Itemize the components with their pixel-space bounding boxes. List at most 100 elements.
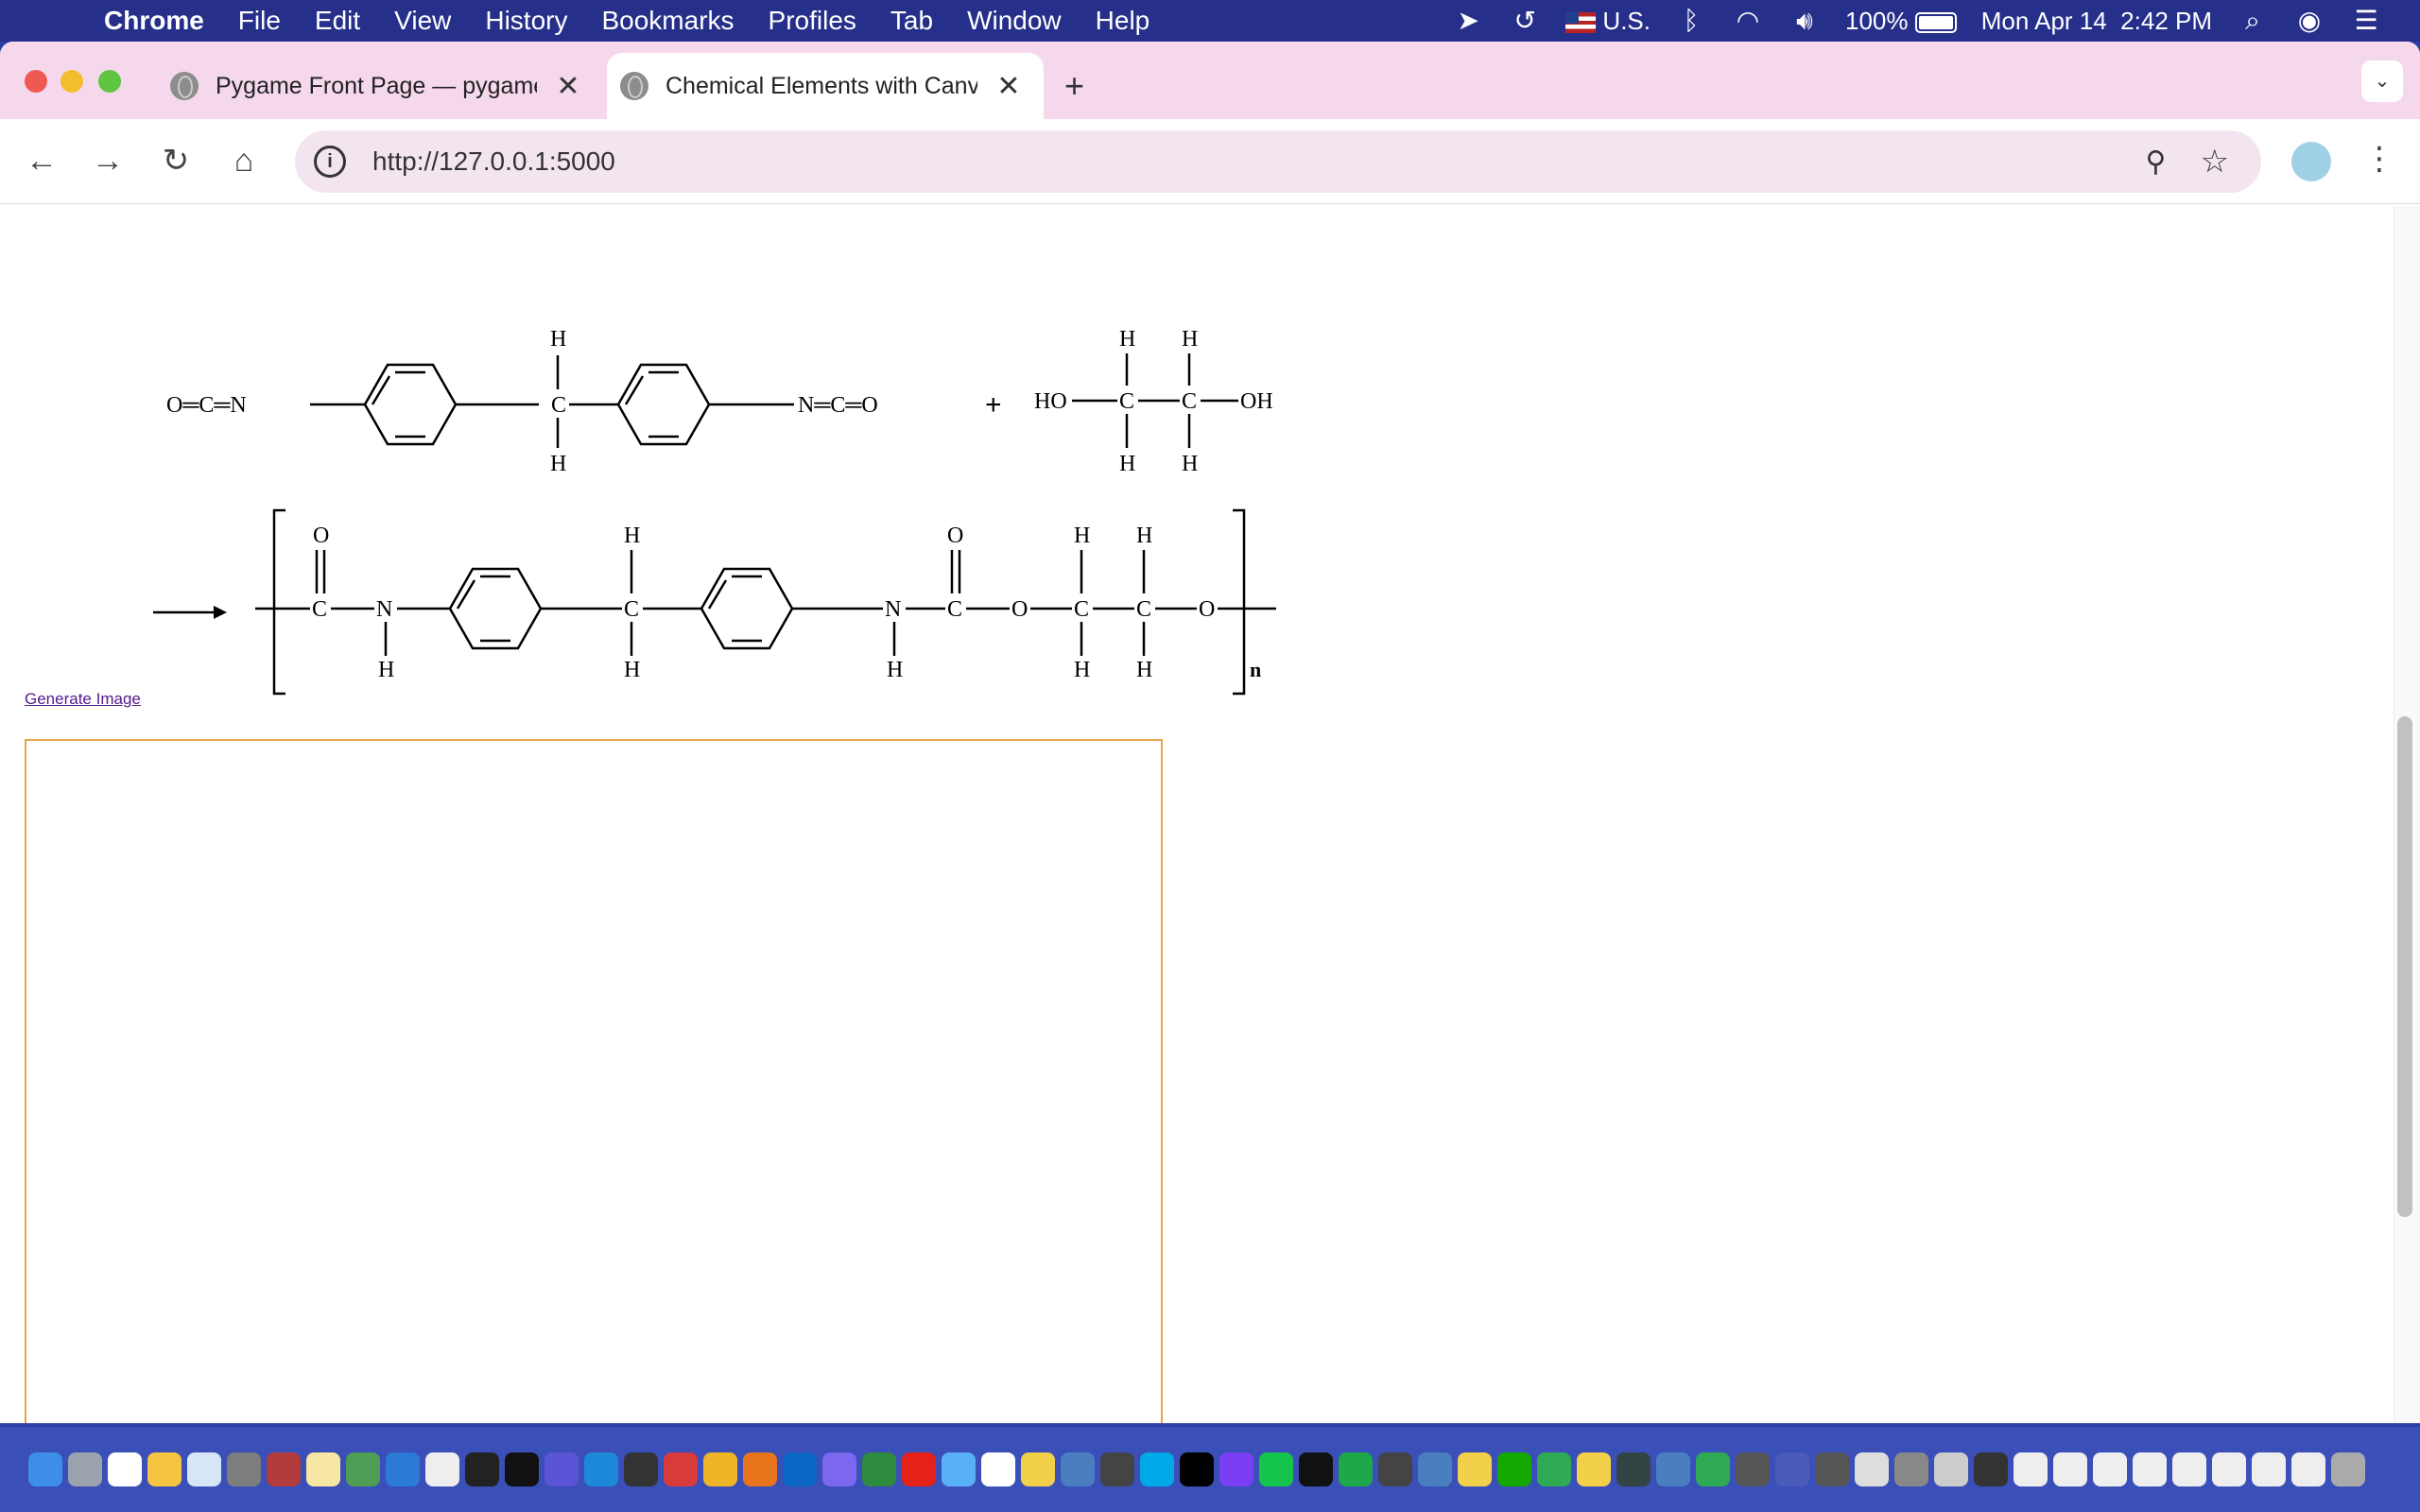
textedit-icon[interactable] [425, 1452, 459, 1486]
app-icon-11[interactable] [1259, 1452, 1293, 1486]
finder-icon[interactable] [28, 1452, 62, 1486]
reload-icon[interactable]: ↻ [155, 140, 197, 181]
app-icon-4[interactable] [822, 1452, 856, 1486]
menu-app-name[interactable]: Chrome [104, 6, 221, 36]
github-icon[interactable] [465, 1452, 499, 1486]
app-icon-16[interactable] [1696, 1452, 1730, 1486]
app-icon-7[interactable] [1100, 1452, 1134, 1486]
home-icon[interactable]: ⌂ [223, 140, 265, 181]
terminal-icon[interactable] [505, 1452, 539, 1486]
scrollbar-thumb[interactable] [2397, 716, 2412, 1217]
app-icon-14[interactable] [1378, 1452, 1412, 1486]
app-icon-2[interactable] [664, 1452, 698, 1486]
idle-icon[interactable] [1418, 1452, 1452, 1486]
app-icon-9[interactable] [1180, 1452, 1214, 1486]
minimized-window-7[interactable] [2212, 1452, 2246, 1486]
close-tab-icon[interactable]: ✕ [994, 70, 1023, 103]
time-machine-icon[interactable]: ↺ [1509, 7, 1541, 35]
minimized-window-2[interactable] [2014, 1452, 2048, 1486]
siri-icon[interactable]: ◉ [2293, 7, 2325, 35]
upwork-icon[interactable] [1497, 1452, 1531, 1486]
bluetooth-icon[interactable]: ᛒ [1675, 7, 1707, 35]
calendar-icon[interactable] [108, 1452, 142, 1486]
window-close-button[interactable] [25, 70, 47, 93]
menu-view[interactable]: View [377, 6, 468, 36]
python-icon-3[interactable] [1577, 1452, 1611, 1486]
input-source[interactable]: U.S. [1565, 7, 1651, 36]
tab-pygame[interactable]: Pygame Front Page — pygame ✕ [170, 53, 586, 119]
app-icon-10[interactable] [1219, 1452, 1253, 1486]
minimized-window-9[interactable] [2291, 1452, 2325, 1486]
minimized-window-3[interactable] [2053, 1452, 2087, 1486]
linkedin-icon[interactable] [783, 1452, 817, 1486]
minimized-window-5[interactable] [2133, 1452, 2167, 1486]
control-center-icon[interactable]: ☰ [2350, 7, 2382, 35]
menu-help[interactable]: Help [1079, 6, 1167, 36]
app-icon-18[interactable] [1775, 1452, 1809, 1486]
launchpad-icon[interactable] [68, 1452, 102, 1486]
wifi-icon[interactable]: ◠ [1732, 7, 1764, 35]
window-minimize-button[interactable] [60, 70, 83, 93]
youtube-icon[interactable] [902, 1452, 936, 1486]
menu-file[interactable]: File [221, 6, 298, 36]
profile-avatar[interactable] [2291, 142, 2331, 181]
back-arrow-icon[interactable]: ← [21, 140, 62, 181]
freeform-icon[interactable] [187, 1452, 221, 1486]
python-icon-2[interactable] [1458, 1452, 1492, 1486]
sqlite-icon[interactable] [1616, 1452, 1651, 1486]
generate-image-link[interactable]: Generate Image [25, 690, 141, 709]
clock[interactable]: Mon Apr 14 2:42 PM [1981, 7, 2212, 36]
window-maximize-button[interactable] [98, 70, 121, 93]
minimized-window-8[interactable] [2252, 1452, 2286, 1486]
tab-chemical-elements[interactable]: Chemical Elements with Canvas ✕ [607, 53, 1044, 119]
github-desktop-icon[interactable] [624, 1452, 658, 1486]
menu-tab[interactable]: Tab [873, 6, 950, 36]
numbers-icon[interactable] [346, 1452, 380, 1486]
app-icon-20[interactable] [1894, 1452, 1928, 1486]
menu-profiles[interactable]: Profiles [752, 6, 873, 36]
menu-edit[interactable]: Edit [298, 6, 377, 36]
app-icon-8[interactable] [1140, 1452, 1174, 1486]
minimized-window-6[interactable] [2172, 1452, 2206, 1486]
edge-icon[interactable] [584, 1452, 618, 1486]
python-icon[interactable] [1021, 1452, 1055, 1486]
python-icon-4[interactable] [1656, 1452, 1690, 1486]
site-info-icon[interactable]: i [314, 146, 346, 178]
chrome-menu-icon[interactable]: ⋮ [2363, 140, 2395, 178]
battery-status[interactable]: 100% [1845, 7, 1957, 36]
notes-icon[interactable] [147, 1452, 182, 1486]
python-launcher-icon[interactable] [1061, 1452, 1095, 1486]
app-icon-6[interactable] [942, 1452, 976, 1486]
app-icon-3[interactable] [743, 1452, 777, 1486]
app-icon-5[interactable] [862, 1452, 896, 1486]
close-tab-icon[interactable]: ✕ [554, 70, 582, 103]
preview-icon[interactable] [1855, 1452, 1889, 1486]
forward-arrow-icon[interactable]: → [87, 140, 129, 181]
vscode-icon[interactable] [386, 1452, 420, 1486]
system-settings-icon[interactable] [227, 1452, 261, 1486]
minimized-window-1[interactable] [1974, 1452, 2008, 1486]
w3schools-icon[interactable] [981, 1452, 1015, 1486]
app-icon-21[interactable] [1934, 1452, 1968, 1486]
menu-history[interactable]: History [468, 6, 584, 36]
app-icon-19[interactable] [1815, 1452, 1849, 1486]
dictionary-icon[interactable] [267, 1452, 301, 1486]
menu-window[interactable]: Window [950, 6, 1079, 36]
app-icon-1[interactable] [544, 1452, 579, 1486]
trash-icon[interactable] [2331, 1452, 2365, 1486]
spotlight-search-icon[interactable]: ⌕ [2237, 7, 2269, 35]
bookmark-star-icon[interactable]: ☆ [2201, 143, 2229, 180]
new-tab-button[interactable]: + [1064, 66, 1084, 106]
minimized-window-4[interactable] [2093, 1452, 2127, 1486]
volume-icon[interactable]: 🔊︎ [1789, 7, 1821, 35]
app-icon-15[interactable] [1537, 1452, 1571, 1486]
address-bar[interactable]: i http://127.0.0.1:5000 ⚲ ☆ [295, 130, 2261, 193]
drawing-canvas[interactable] [25, 739, 1163, 1423]
zoom-icon[interactable]: ⚲ [2146, 146, 2167, 179]
url-text[interactable]: http://127.0.0.1:5000 [372, 146, 615, 177]
menu-bookmarks[interactable]: Bookmarks [584, 6, 751, 36]
stickies-icon[interactable] [306, 1452, 340, 1486]
app-icon-12[interactable] [1299, 1452, 1333, 1486]
location-arrow-icon[interactable]: ➤ [1452, 7, 1484, 35]
chrome-icon[interactable] [703, 1452, 737, 1486]
